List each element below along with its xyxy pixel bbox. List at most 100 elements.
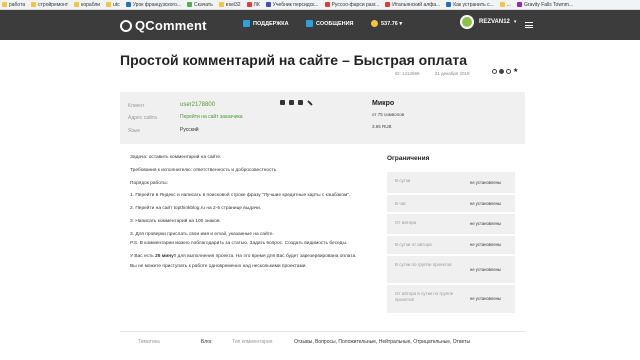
bookmark-label: Итальянский алфа... (392, 1, 441, 8)
folder-icon (74, 2, 80, 7)
site-link[interactable]: Перейти на сайт заказчика (180, 114, 243, 120)
bookmark-item[interactable]: ... (499, 2, 511, 8)
bookmark-item[interactable]: esel32 (218, 2, 241, 8)
task-info-panel: Клиент user2178800 Адрес сайта Перейти н… (120, 92, 525, 144)
restriction-row: В час не установлены (387, 195, 515, 212)
bookmark-item[interactable]: работа (2, 2, 25, 8)
pencil-icon[interactable] (307, 100, 313, 106)
desc-requirements: Требования к исполнителю: ответственност… (130, 167, 278, 173)
info-icon[interactable] (499, 69, 504, 74)
task-chars: от 75 символов (372, 112, 405, 117)
restriction-row: В сутки по группе проектов не установлены (387, 256, 515, 283)
bookmark-item[interactable]: Руссоо-фарси разг... (324, 1, 380, 8)
folder-icon (246, 2, 252, 7)
theme-value: Блог (201, 339, 212, 345)
folder-icon (324, 2, 330, 7)
bookmark-item[interactable]: ЛК (246, 1, 260, 8)
page-title: Простой комментарий на сайте – Быстрая о… (120, 52, 468, 68)
bookmark-item[interactable]: корабли (74, 2, 100, 8)
site-label: Адрес сайта (128, 115, 157, 121)
folder-icon (446, 2, 452, 7)
footer-divider (120, 331, 525, 332)
nav-support[interactable]: ПОДДЕРЖКА (243, 20, 289, 27)
folder-icon (125, 2, 131, 7)
bookmark-label: стройремонт (38, 1, 69, 8)
bookmark-item[interactable]: Gravity Falls Townm... (516, 2, 573, 8)
desc-step-3: 3. Написать комментарий на 100 знаков. (130, 218, 221, 224)
restriction-label: В сутки (395, 178, 411, 183)
chat-icon[interactable] (289, 100, 294, 105)
bookmark-label: Скачать (194, 1, 213, 8)
messages-icon (306, 20, 313, 27)
bookmark-label: корабли (81, 1, 101, 8)
bookmark-item[interactable]: Скачать (187, 2, 213, 8)
nav-messages-label: СООБЩЕНИЯ (316, 20, 354, 27)
client-link[interactable]: user2178800 (180, 102, 215, 108)
bookmarks-bar: работа стройремонт корабли utc Урок французс… (0, 0, 640, 10)
bookmark-label: utc (113, 1, 120, 8)
bookmark-label: Как устранить с... (453, 1, 494, 8)
desc-time-notice: У Вас есть 25 минут для выполнения проек… (130, 254, 357, 259)
folder-icon (187, 2, 193, 7)
restriction-value: не установлены (470, 242, 502, 247)
restriction-label: В час (395, 201, 407, 206)
logo[interactable]: QComment (120, 18, 207, 33)
task-meta: ID: 1412666 21 декабря 2019 (395, 71, 483, 76)
language-value: Русский (180, 127, 199, 133)
desc-step-1: 1. Перейти в Яндекс и написать в поисков… (130, 193, 351, 199)
task-id: ID: 1412666 (395, 71, 420, 76)
task-description: Задача: оставить комментарий на сайте. Т… (130, 155, 380, 277)
restriction-value: не установлены (470, 180, 502, 185)
top-navigation-bar: QComment ПОДДЕРЖКА СООБЩЕНИЯ 537.76 ▾ RE… (0, 10, 640, 40)
chevron-down-icon: ▾ (513, 19, 517, 25)
blacklist-icon[interactable] (298, 100, 303, 105)
bookmark-item[interactable]: Учебник персидск... (265, 2, 319, 8)
logo-icon (120, 19, 132, 32)
bookmark-item[interactable]: Урок французского... (125, 1, 182, 8)
avatar (460, 15, 474, 29)
hide-icon[interactable] (492, 69, 497, 74)
desc-task: Задача: оставить комментарий на сайте. (130, 155, 222, 160)
bookmark-label: Урок французского... (132, 1, 182, 8)
restriction-label: В сутки от автора (395, 242, 432, 247)
user-menu[interactable]: REZVAN12 ▾ (460, 15, 516, 29)
hamburger-menu-icon[interactable] (525, 22, 533, 28)
star-icon[interactable]: ★ (513, 68, 518, 74)
folder-icon (516, 2, 522, 7)
bookmark-item[interactable]: Итальянский алфа... (385, 2, 440, 8)
restriction-label: В сутки по группе проектов (395, 262, 452, 267)
balance-icon (371, 20, 378, 27)
list-icon[interactable] (280, 100, 285, 105)
restriction-row: В сутки от автора не установлены (387, 236, 515, 254)
language-label: Язык (128, 128, 140, 134)
desc-step-4: 3. Для проверки прислать свои имя и emai… (130, 231, 274, 237)
nav-balance[interactable]: 537.76 ▾ (371, 20, 402, 27)
folder-icon (499, 2, 505, 7)
restriction-row: От автора не установлены (387, 214, 515, 234)
folder-icon (2, 2, 7, 7)
bookmark-item[interactable]: стройремонт (31, 2, 68, 8)
restriction-value: не установлены (470, 201, 502, 206)
desc-concurrency-notice: Вы не можете приступать к работе одновре… (130, 263, 307, 269)
client-tools (280, 100, 313, 106)
desc-ps: P.S. В комментарии можно поблагодарить з… (130, 241, 348, 247)
nav-messages[interactable]: СООБЩЕНИЯ (306, 20, 354, 27)
logo-text: QComment (135, 18, 207, 33)
nav-balance-label: 537.76 ▾ (381, 20, 403, 27)
restriction-row: От автора в сутки по группе проектов не у… (387, 285, 515, 313)
folder-icon (265, 2, 271, 7)
folder-icon (106, 2, 112, 7)
username: REZVAN12 (479, 19, 510, 25)
report-icon[interactable] (506, 69, 511, 74)
bookmark-label: ЛК (253, 1, 260, 8)
desc-step-2: 2. Перейти на сайт topthinkblog.ru на 2-… (130, 206, 262, 211)
bookmark-label: Руссоо-фарси разг... (331, 1, 380, 8)
bookmark-label: работа (9, 1, 26, 8)
restriction-label: От автора (395, 220, 417, 225)
folder-icon (385, 2, 391, 7)
bookmark-item[interactable]: Как устранить с... (446, 2, 494, 8)
restriction-row: В сутки не установлены (387, 172, 515, 193)
task-type: Микро (372, 100, 395, 107)
comment-type-value: Отзывы, Вопросы, Положительные, Нейтраль… (294, 339, 471, 345)
bookmark-item[interactable]: utc (106, 2, 120, 8)
